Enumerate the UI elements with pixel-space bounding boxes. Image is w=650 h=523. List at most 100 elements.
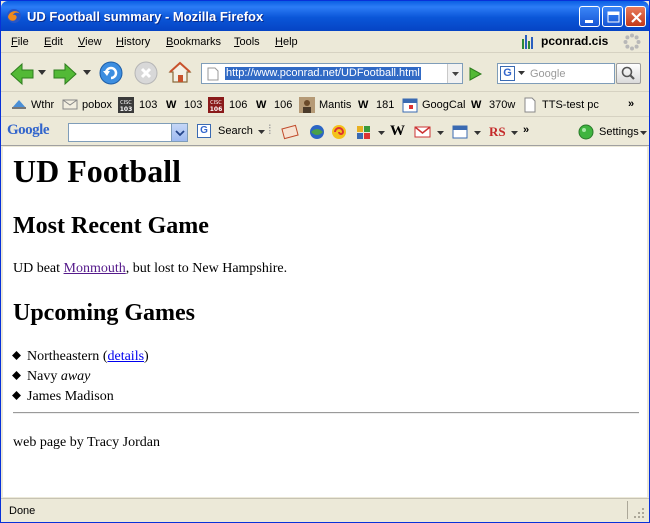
- footer-credit: web page by Tracy Jordan: [13, 435, 160, 450]
- back-dropdown-icon[interactable]: [38, 70, 46, 76]
- cisc103-icon: CISC103: [118, 97, 134, 113]
- mail-icon: [62, 99, 78, 110]
- profile-name[interactable]: pconrad.cis: [541, 34, 608, 48]
- svg-text:103: 103: [120, 106, 133, 113]
- title-bar[interactable]: UD Football summary - Mozilla Firefox: [1, 1, 649, 31]
- google-logo-text: Google: [7, 122, 50, 138]
- search-dropdown-icon[interactable]: [258, 130, 265, 135]
- menu-tools[interactable]: Tools: [234, 36, 260, 48]
- menu-help-key: H: [275, 36, 283, 48]
- menu-help[interactable]: Help: [275, 36, 298, 48]
- chevron-down-icon: [175, 130, 185, 137]
- google-logo[interactable]: Google: [7, 122, 50, 139]
- url-history-dropdown[interactable]: [447, 64, 462, 83]
- recent-game-heading: Most Recent Game: [13, 213, 209, 239]
- settings-dropdown-icon[interactable]: [640, 131, 647, 136]
- forward-dropdown-icon[interactable]: [83, 70, 91, 76]
- settings-button[interactable]: Settings: [599, 126, 639, 138]
- status-green-icon[interactable]: [578, 124, 594, 140]
- resize-grip-icon[interactable]: [633, 507, 646, 520]
- swirl-icon[interactable]: [331, 124, 347, 140]
- maximize-button[interactable]: [602, 6, 623, 27]
- chevron-more-icon[interactable]: »: [628, 98, 634, 110]
- url-text[interactable]: http://www.pconrad.net/UDFootball.html: [225, 67, 421, 80]
- upcoming-games-list: Northeastern (details) Navy away James M…: [12, 347, 149, 407]
- calendar-icon[interactable]: [452, 124, 468, 140]
- w-icon: W: [256, 99, 267, 111]
- game-name: James Madison: [27, 389, 114, 404]
- stop-icon[interactable]: [133, 60, 159, 86]
- go-button-icon[interactable]: [467, 66, 483, 82]
- forward-arrow-icon[interactable]: [52, 62, 78, 86]
- page-content: UD Football Most Recent Game UD beat Mon…: [3, 147, 647, 497]
- menu-history[interactable]: History: [116, 36, 150, 48]
- home-icon[interactable]: [167, 59, 193, 85]
- url-field[interactable]: http://www.pconrad.net/UDFootball.html: [201, 63, 463, 84]
- bullet-icon: [12, 351, 21, 360]
- cisc106-icon: CISC106: [208, 97, 224, 113]
- bookmark-label: 106: [229, 99, 248, 111]
- puzzle-dropdown-icon[interactable]: [378, 131, 385, 136]
- search-engine-icon[interactable]: G: [500, 66, 515, 81]
- toolbar-separator: ⁞: [268, 122, 272, 137]
- menu-bookmarks[interactable]: Bookmarks: [166, 36, 221, 48]
- menu-bookmarks-label: ookmarks: [173, 36, 222, 48]
- calendar-dropdown-icon[interactable]: [474, 131, 481, 136]
- paren-close: ): [144, 349, 149, 364]
- close-button[interactable]: [625, 6, 646, 27]
- w-icon: W: [166, 99, 177, 111]
- menu-file[interactable]: File: [11, 36, 29, 48]
- menu-tools-label: ools: [239, 36, 260, 48]
- menu-help-label: elp: [282, 36, 298, 48]
- bookmarks-toolbar: Wthr pobox CISC 103 103 W 103 CISC 106 106…: [1, 93, 649, 117]
- rs-button[interactable]: RS: [489, 124, 506, 140]
- menu-history-label: istory: [123, 36, 151, 48]
- page-icon: [207, 67, 219, 81]
- game-location: away: [60, 369, 91, 384]
- search-placeholder: Google: [530, 68, 566, 80]
- puzzle-icon[interactable]: [355, 124, 373, 140]
- bookmark-label: Mantis: [319, 99, 352, 111]
- page-title: UD Football: [13, 153, 181, 189]
- gmail-icon[interactable]: [414, 124, 432, 140]
- menu-file-key: F: [11, 36, 18, 48]
- bookmark-label: 103: [184, 99, 203, 111]
- news-icon[interactable]: [281, 124, 299, 140]
- gmail-dropdown-icon[interactable]: [437, 131, 444, 136]
- monmouth-link[interactable]: Monmouth: [64, 261, 126, 276]
- chevron-more-icon[interactable]: »: [523, 124, 529, 136]
- browser-window: UD Football summary - Mozilla Firefox Fi…: [0, 0, 650, 523]
- google-search-input[interactable]: [68, 123, 188, 142]
- bullet-icon: [12, 391, 21, 400]
- bookmark-label: TTS-test pc: [542, 99, 599, 111]
- maximize-icon: [607, 11, 620, 23]
- minimize-button[interactable]: [579, 6, 600, 27]
- bookmark-label: 106: [274, 99, 293, 111]
- google-search-dropdown[interactable]: [171, 124, 187, 141]
- search-field[interactable]: G Google: [497, 63, 615, 84]
- search-button[interactable]: [616, 63, 641, 84]
- status-text: Done: [9, 505, 36, 517]
- wikipedia-icon[interactable]: W: [390, 123, 405, 140]
- google-g-icon: G: [197, 124, 211, 138]
- throbber-icon: [623, 33, 641, 51]
- google-search-button[interactable]: Search: [218, 125, 253, 137]
- reload-icon[interactable]: [98, 60, 124, 86]
- upcoming-games-heading: Upcoming Games: [13, 300, 195, 326]
- menu-edit[interactable]: Edit: [44, 36, 63, 48]
- list-item: Northeastern (details): [12, 347, 149, 367]
- minimize-icon: [585, 20, 593, 23]
- engine-dropdown-icon[interactable]: [518, 71, 525, 76]
- w-icon: W: [358, 99, 369, 111]
- globe-icon[interactable]: [309, 124, 325, 140]
- menu-view[interactable]: View: [78, 36, 102, 48]
- recent-game-text: UD beat Monmouth, but lost to New Hampsh…: [13, 261, 287, 277]
- w-icon: W: [471, 99, 482, 111]
- rs-dropdown-icon[interactable]: [511, 131, 518, 136]
- bullet-icon: [12, 371, 21, 380]
- details-link[interactable]: details: [107, 349, 144, 364]
- status-divider: [627, 501, 628, 519]
- back-arrow-icon[interactable]: [9, 62, 35, 86]
- bookmark-label: 370w: [489, 99, 516, 111]
- bookmark-label: pobox: [82, 99, 112, 111]
